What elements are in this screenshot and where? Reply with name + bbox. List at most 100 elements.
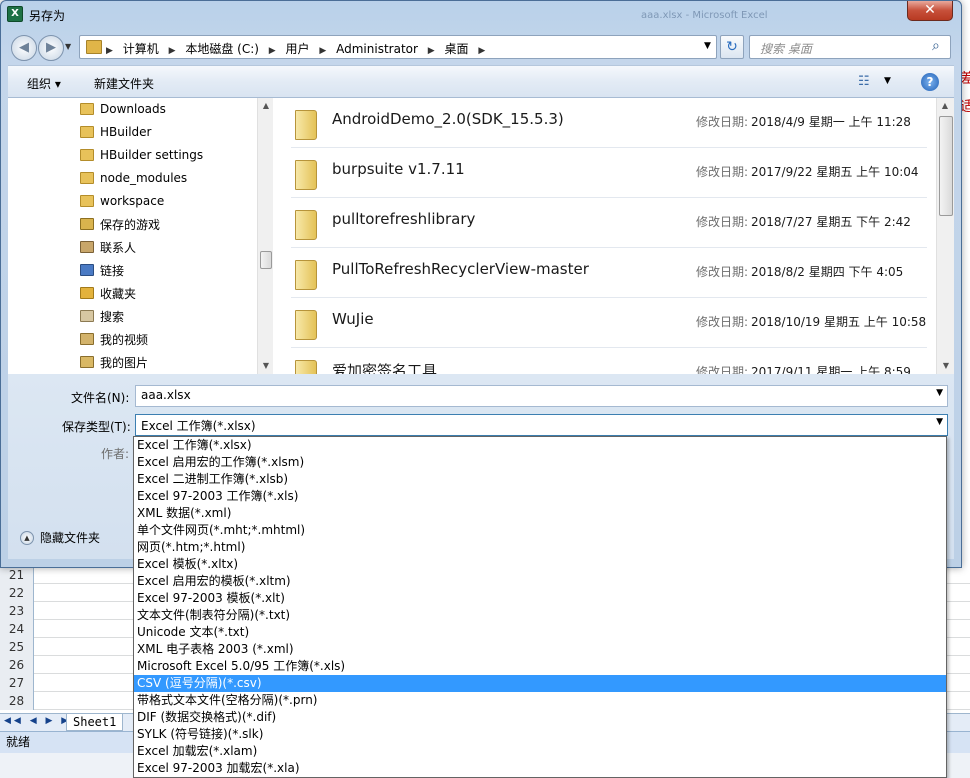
hide-folders-button[interactable]: ▲ 隐藏文件夹 (20, 529, 100, 546)
filetype-option[interactable]: SYLK (符号链接)(*.slk) (134, 726, 946, 743)
row-number[interactable]: 23 (0, 602, 34, 620)
nav-item-favorites[interactable]: 收藏夹 (80, 283, 136, 303)
scrollbar-thumb[interactable] (260, 251, 272, 269)
back-button[interactable]: ◀ (11, 35, 37, 61)
modified-date: 2018/8/2 星期四 下午 4:05 (751, 265, 904, 279)
filetype-option[interactable]: DIF (数据交换格式)(*.dif) (134, 709, 946, 726)
close-button[interactable]: ✕ (907, 1, 953, 21)
address-bar[interactable]: ▶ 计算机 ▶ 本地磁盘 (C:) ▶ 用户 ▶ Administrator ▶… (79, 35, 717, 59)
filetype-option[interactable]: 带格式文本文件(空格分隔)(*.prn) (134, 692, 946, 709)
breadcrumb-item[interactable]: 用户 (286, 42, 310, 56)
breadcrumb-separator-icon[interactable]: ▶ (428, 46, 435, 56)
title-bar[interactable]: X 另存为 aaa.xlsx - Microsoft Excel ✕ (1, 1, 961, 29)
row-number[interactable]: 24 (0, 620, 34, 638)
nav-item-saved-games[interactable]: 保存的游戏 (80, 214, 160, 234)
folder-icon (80, 172, 94, 184)
list-item[interactable]: 爱加密签名工具 修改日期: 2017/9/11 星期一 上午 8:59 (291, 348, 927, 374)
file-list-scrollbar[interactable]: ▲ ▼ (936, 98, 954, 374)
search-input[interactable]: 搜索 桌面 ⌕ (749, 35, 951, 59)
organize-button[interactable]: 组织 ▾ (27, 75, 61, 92)
filetype-option[interactable]: Excel 启用宏的工作簿(*.xlsm) (134, 454, 946, 471)
breadcrumb-item[interactable]: 计算机 (123, 42, 159, 56)
view-options-icon[interactable]: ☷ (858, 74, 870, 89)
list-item[interactable]: AndroidDemo_2.0(SDK_15.5.3) 修改日期: 2018/4… (291, 98, 927, 148)
nav-item-hbuilder-settings[interactable]: HBuilder settings (80, 145, 203, 165)
breadcrumb-item[interactable]: Administrator (336, 42, 418, 56)
filetype-option[interactable]: Excel 加载宏(*.xlam) (134, 743, 946, 760)
breadcrumb-separator-icon[interactable]: ▶ (319, 46, 326, 56)
breadcrumb-separator-icon[interactable]: ▶ (478, 46, 485, 56)
filetype-option-selected[interactable]: CSV (逗号分隔)(*.csv) (134, 675, 946, 692)
new-folder-button[interactable]: 新建文件夹 (94, 75, 154, 92)
row-number[interactable]: 22 (0, 584, 34, 602)
nav-item-links[interactable]: 链接 (80, 260, 124, 280)
row-number[interactable]: 28 (0, 692, 34, 710)
nav-item-contacts[interactable]: 联系人 (80, 237, 136, 257)
chevron-down-icon[interactable]: ▼ (936, 417, 943, 427)
nav-scrollbar[interactable]: ▲ ▼ (257, 98, 273, 374)
sheet-tab[interactable]: Sheet1 (66, 714, 124, 731)
filetype-select[interactable]: Excel 工作簿(*.xlsx) ▼ (135, 414, 948, 436)
filetype-option[interactable]: Excel 97-2003 模板(*.xlt) (134, 590, 946, 607)
row-number[interactable]: 27 (0, 674, 34, 692)
modified-date: 2018/10/19 星期五 上午 10:58 (751, 315, 927, 329)
filetype-option[interactable]: Unicode 文本(*.txt) (134, 624, 946, 641)
nav-item-label: 我的视频 (100, 332, 149, 347)
recent-locations-dropdown[interactable]: ▼ (65, 42, 71, 51)
list-item[interactable]: burpsuite v1.7.11 修改日期: 2017/9/22 星期五 上午… (291, 148, 927, 198)
nav-item-searches[interactable]: 搜索 (80, 306, 124, 326)
row-number[interactable]: 26 (0, 656, 34, 674)
search-icon[interactable]: ⌕ (932, 38, 940, 54)
view-dropdown-icon[interactable]: ▼ (884, 76, 891, 86)
address-dropdown-icon[interactable]: ▼ (704, 41, 711, 51)
scroll-down-icon[interactable]: ▼ (258, 358, 274, 374)
breadcrumb-item[interactable]: 本地磁盘 (C:) (185, 42, 259, 56)
list-item[interactable]: WuJie 修改日期: 2018/10/19 星期五 上午 10:58 (291, 298, 927, 348)
list-item[interactable]: PullToRefreshRecyclerView-master 修改日期: 2… (291, 248, 927, 298)
nav-item-workspace[interactable]: workspace (80, 191, 164, 211)
chevron-up-icon: ▲ (20, 530, 34, 545)
filetype-option[interactable]: 网页(*.htm;*.html) (134, 539, 946, 556)
filetype-option[interactable]: Excel 启用宏的模板(*.xltm) (134, 573, 946, 590)
scroll-up-icon[interactable]: ▲ (937, 98, 953, 114)
nav-item-downloads[interactable]: Downloads (80, 99, 166, 119)
filetype-option[interactable]: XML 电子表格 2003 (*.xml) (134, 641, 946, 658)
breadcrumb-separator-icon[interactable]: ▶ (269, 46, 276, 56)
filetype-label: 保存类型(T): (62, 420, 131, 434)
breadcrumb-separator-icon[interactable]: ▶ (106, 46, 113, 56)
filetype-option[interactable]: Excel 97-2003 加载宏(*.xla) (134, 760, 946, 777)
breadcrumb-item[interactable]: 桌面 (445, 42, 469, 56)
nav-item-videos[interactable]: 我的视频 (80, 329, 148, 349)
chevron-down-icon[interactable]: ▼ (936, 388, 943, 398)
filetype-option[interactable]: XML 数据(*.xml) (134, 505, 946, 522)
filetype-option[interactable]: Microsoft Excel 5.0/95 工作簿(*.xls) (134, 658, 946, 675)
filetype-option[interactable]: Excel 97-2003 工作簿(*.xls) (134, 488, 946, 505)
refresh-button[interactable]: ↻ (720, 35, 744, 59)
filetype-option[interactable]: 单个文件网页(*.mht;*.mhtml) (134, 522, 946, 539)
folder-icon (80, 103, 94, 115)
modified-label: 修改日期: (696, 165, 749, 179)
help-icon[interactable]: ? (921, 73, 939, 91)
arrow-left-icon: ◀ (19, 40, 29, 55)
row-number[interactable]: 25 (0, 638, 34, 656)
modified-date: 2018/7/27 星期五 下午 2:42 (751, 215, 911, 229)
nav-item-hbuilder[interactable]: HBuilder (80, 122, 151, 142)
file-name: 爱加密签名工具 (332, 362, 438, 374)
row-number[interactable]: 21 (0, 566, 34, 584)
nav-item-label: Downloads (100, 102, 166, 116)
list-item[interactable]: pulltorefreshlibrary 修改日期: 2018/7/27 星期五… (291, 198, 927, 248)
nav-item-node-modules[interactable]: node_modules (80, 168, 187, 188)
filetype-option[interactable]: Excel 工作簿(*.xlsx) (134, 437, 946, 454)
filetype-option[interactable]: Excel 二进制工作簿(*.xlsb) (134, 471, 946, 488)
modified-label: 修改日期: (696, 115, 749, 129)
filename-field[interactable]: aaa.xlsx ▼ (135, 385, 948, 407)
scroll-down-icon[interactable]: ▼ (938, 358, 954, 374)
filetype-option[interactable]: Excel 模板(*.xltx) (134, 556, 946, 573)
breadcrumb-separator-icon[interactable]: ▶ (169, 46, 176, 56)
folder-icon (295, 160, 317, 190)
forward-button[interactable]: ▶ (38, 35, 64, 61)
scroll-up-icon[interactable]: ▲ (258, 98, 274, 114)
nav-item-pictures[interactable]: 我的图片 (80, 352, 148, 372)
filetype-option[interactable]: 文本文件(制表符分隔)(*.txt) (134, 607, 946, 624)
contacts-icon (80, 241, 94, 253)
